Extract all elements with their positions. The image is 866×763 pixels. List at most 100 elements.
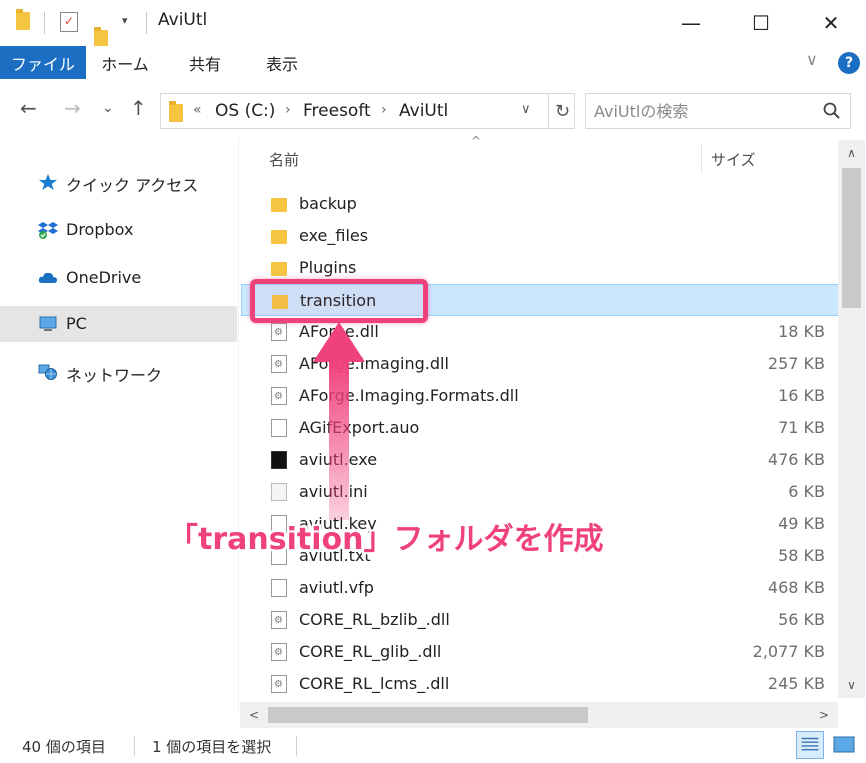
tab-file[interactable]: ファイル	[0, 46, 86, 79]
file-size: 6 KB	[788, 482, 825, 501]
scroll-up-button[interactable]: ∧	[838, 140, 865, 166]
address-bar[interactable]: « OS (C:) › Freesoft › AviUtl ∨	[160, 93, 575, 129]
dll-file-icon	[271, 355, 287, 373]
sidebar-item-label: Dropbox	[66, 220, 134, 239]
expand-ribbon-icon[interactable]: ∨	[806, 50, 818, 69]
forward-button[interactable]: →	[64, 96, 81, 120]
refresh-button[interactable]: ↻	[548, 93, 576, 129]
title-bar: ✓ ▾ AviUtl — ☐ ✕	[0, 0, 866, 48]
breadcrumb-separator[interactable]: ›	[285, 102, 291, 118]
dll-file-icon	[271, 611, 287, 629]
file-name: CORE_RL_bzlib_.dll	[299, 610, 450, 629]
folder-icon	[169, 101, 183, 122]
minimize-button[interactable]: —	[656, 0, 726, 46]
breadcrumb-overflow[interactable]: «	[193, 102, 202, 118]
scroll-right-button[interactable]: >	[810, 702, 838, 728]
sidebar-item-label: PC	[66, 314, 87, 333]
up-button[interactable]: ↑	[130, 96, 147, 120]
large-icons-view-icon[interactable]	[830, 731, 858, 759]
status-divider	[134, 736, 135, 756]
file-size: 468 KB	[767, 578, 825, 597]
folder-icon	[16, 9, 30, 30]
column-header-name[interactable]: 名前	[269, 149, 299, 170]
title-divider	[44, 12, 45, 34]
folder-row[interactable]: exe_files	[241, 220, 839, 252]
file-name: AGifExport.auo	[299, 418, 420, 437]
maximize-button[interactable]: ☐	[726, 0, 796, 46]
file-size: 16 KB	[778, 386, 825, 405]
dll-file-icon	[271, 643, 287, 661]
star-icon	[39, 174, 57, 190]
scroll-left-button[interactable]: <	[240, 702, 268, 728]
folder-row[interactable]: backup	[241, 188, 839, 220]
customize-toolbar-icon[interactable]: ▾	[122, 14, 128, 27]
breadcrumb-freesoft[interactable]: Freesoft	[303, 101, 371, 121]
file-name: exe_files	[299, 226, 369, 245]
column-header-row: ^ 名前 サイズ	[239, 134, 842, 178]
search-input[interactable]	[594, 94, 814, 128]
tab-view[interactable]: 表示	[250, 46, 314, 79]
close-button[interactable]: ✕	[796, 0, 866, 46]
horizontal-scroll-thumb[interactable]	[268, 707, 588, 723]
sidebar-item-quick-access[interactable]: クイック アクセス	[0, 164, 237, 200]
file-row[interactable]: CORE_RL_bzlib_.dll 56 KB	[241, 604, 839, 636]
horizontal-scrollbar[interactable]: < >	[240, 702, 838, 728]
navigation-pane: クイック アクセス Dropbox OneDrive PC ネットワーク	[0, 138, 237, 712]
sidebar-item-pc[interactable]: PC	[0, 306, 237, 342]
arrow-shaft	[329, 360, 349, 520]
file-name: CORE_RL_glib_.dll	[299, 642, 442, 661]
cloud-icon	[38, 272, 57, 283]
recent-locations-button[interactable]: ⌄	[102, 100, 114, 116]
tab-share[interactable]: 共有	[172, 46, 238, 79]
file-size: 257 KB	[767, 354, 825, 373]
address-dropdown-button[interactable]: ∨	[521, 102, 531, 117]
scroll-down-button[interactable]: ∨	[838, 672, 865, 698]
status-divider	[296, 736, 297, 756]
network-icon	[38, 364, 57, 380]
tab-home[interactable]: ホーム	[90, 46, 160, 79]
back-button[interactable]: ←	[20, 96, 37, 120]
sidebar-item-onedrive[interactable]: OneDrive	[0, 260, 237, 296]
dll-file-icon	[271, 323, 287, 341]
sidebar-item-network[interactable]: ネットワーク	[0, 354, 237, 390]
exe-file-icon	[271, 451, 287, 469]
help-button[interactable]: ?	[838, 52, 860, 74]
vertical-scrollbar[interactable]: ∧ ∨	[838, 140, 865, 698]
file-size: 245 KB	[767, 674, 825, 693]
dll-file-icon	[271, 387, 287, 405]
dll-file-icon	[271, 675, 287, 693]
vertical-scroll-thumb[interactable]	[842, 168, 861, 308]
settings-file-icon	[271, 483, 287, 501]
folder-icon	[271, 262, 287, 276]
properties-icon[interactable]: ✓	[60, 12, 78, 32]
file-size: 58 KB	[778, 546, 825, 565]
details-view-icon[interactable]	[796, 731, 824, 759]
file-icon	[271, 419, 287, 437]
search-icon[interactable]	[822, 101, 842, 121]
column-header-size[interactable]: サイズ	[711, 149, 756, 170]
file-size: 476 KB	[767, 450, 825, 469]
arrow-head	[313, 322, 365, 362]
file-row[interactable]: CORE_RL_glib_.dll 2,077 KB	[241, 636, 839, 668]
item-count: 40 個の項目	[22, 738, 106, 756]
computer-icon	[39, 316, 57, 331]
column-divider[interactable]	[701, 144, 702, 174]
folder-icon	[271, 230, 287, 244]
file-row[interactable]: CORE_RL_lcms_.dll 245 KB	[241, 668, 839, 700]
annotation-caption: 「transition」フォルダを作成	[168, 522, 604, 557]
breadcrumb-aviutl[interactable]: AviUtl	[399, 101, 448, 121]
navigation-bar: ← → ⌄ ↑ « OS (C:) › Freesoft › AviUtl ∨ …	[0, 82, 866, 138]
dropbox-icon	[38, 222, 58, 239]
search-box[interactable]	[585, 93, 851, 129]
breadcrumb-separator[interactable]: ›	[381, 102, 387, 118]
sidebar-item-dropbox[interactable]: Dropbox	[0, 212, 237, 248]
highlight-box	[250, 279, 428, 323]
file-row[interactable]: aviutl.vfp 468 KB	[241, 572, 839, 604]
file-name: Plugins	[299, 258, 357, 277]
sidebar-item-label: クイック アクセス	[66, 176, 199, 195]
breadcrumb-drive[interactable]: OS (C:)	[215, 101, 275, 121]
file-size: 18 KB	[778, 322, 825, 341]
file-icon	[271, 579, 287, 597]
sort-ascending-icon: ^	[471, 134, 482, 148]
file-name: CORE_RL_lcms_.dll	[299, 674, 450, 693]
